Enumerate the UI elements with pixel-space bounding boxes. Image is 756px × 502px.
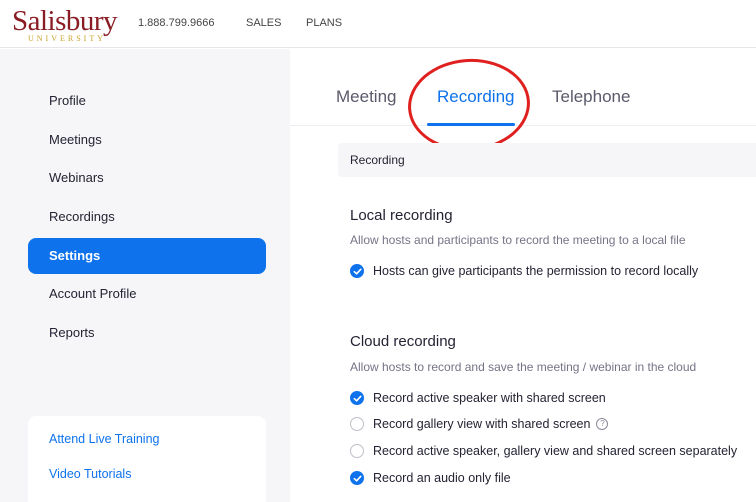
- option-label: Hosts can give participants the permissi…: [373, 264, 699, 278]
- sidebar-item-webinars[interactable]: Webinars: [28, 160, 266, 196]
- checkbox-unchecked-icon[interactable]: [350, 444, 364, 458]
- sidebar-item-reports[interactable]: Reports: [28, 315, 266, 351]
- tab-meeting[interactable]: Meeting: [336, 87, 396, 107]
- sidebar-item-settings[interactable]: Settings: [28, 238, 266, 274]
- checkbox-checked-icon[interactable]: [350, 391, 364, 405]
- section-header-recording: Recording: [338, 143, 756, 177]
- sales-link[interactable]: SALES: [246, 17, 281, 29]
- option-record-active-speaker-shared-screen[interactable]: Record active speaker with shared screen: [350, 389, 606, 407]
- tab-recording[interactable]: Recording: [437, 87, 515, 107]
- settings-tabs: Meeting Recording Telephone: [290, 49, 756, 156]
- option-label: Record active speaker, gallery view and …: [373, 444, 738, 458]
- option-hosts-permission-record-locally[interactable]: Hosts can give participants the permissi…: [350, 262, 698, 280]
- phone-number[interactable]: 1.888.799.9666: [138, 17, 214, 29]
- option-label: Record active speaker with shared screen: [373, 391, 606, 405]
- cloud-recording-title: Cloud recording: [350, 333, 456, 350]
- sidebar-item-recordings[interactable]: Recordings: [28, 199, 266, 235]
- local-recording-title: Local recording: [350, 207, 453, 224]
- attend-live-training-link[interactable]: Attend Live Training: [49, 432, 160, 446]
- top-bar: Salisbury UNIVERSITY 1.888.799.9666 SALE…: [0, 0, 756, 48]
- tab-telephone[interactable]: Telephone: [552, 87, 630, 107]
- checkbox-checked-icon[interactable]: [350, 264, 364, 278]
- settings-content: Meeting Recording Telephone Recording Lo…: [290, 49, 756, 502]
- active-tab-underline: [427, 123, 515, 126]
- question-circle-icon[interactable]: ?: [596, 418, 609, 430]
- checkbox-checked-icon[interactable]: [350, 471, 364, 485]
- sidebar: Profile Meetings Webinars Recordings Set…: [0, 49, 290, 502]
- logo-subtext: UNIVERSITY: [28, 34, 106, 43]
- option-label: Record gallery view with shared screen: [373, 417, 591, 431]
- option-label: Record an audio only file: [373, 471, 511, 485]
- help-links-panel: Attend Live Training Video Tutorials: [28, 416, 266, 502]
- logo-text: Salisbury: [12, 5, 118, 37]
- checkbox-unchecked-icon[interactable]: [350, 417, 364, 431]
- option-record-separately[interactable]: Record active speaker, gallery view and …: [350, 442, 737, 460]
- option-record-audio-only[interactable]: Record an audio only file: [350, 469, 511, 487]
- sidebar-item-meetings[interactable]: Meetings: [28, 122, 266, 158]
- local-recording-description: Allow hosts and participants to record t…: [350, 233, 686, 247]
- plans-link[interactable]: PLANS: [306, 17, 342, 29]
- cloud-recording-description: Allow hosts to record and save the meeti…: [350, 360, 697, 374]
- video-tutorials-link[interactable]: Video Tutorials: [49, 467, 131, 481]
- sidebar-item-account-profile[interactable]: Account Profile: [28, 276, 266, 312]
- option-record-gallery-view-shared-screen[interactable]: Record gallery view with shared screen ?: [350, 415, 609, 433]
- salisbury-logo[interactable]: Salisbury UNIVERSITY: [12, 6, 122, 46]
- sidebar-item-profile[interactable]: Profile: [28, 83, 266, 119]
